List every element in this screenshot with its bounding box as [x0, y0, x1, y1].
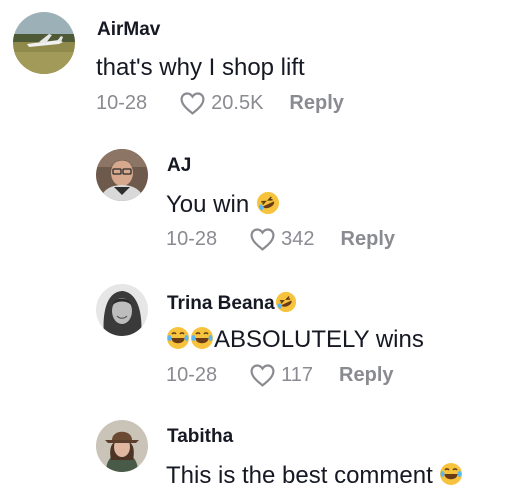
like-button[interactable]: 20.5K	[179, 91, 263, 115]
username[interactable]: AirMav	[97, 20, 160, 39]
heart-icon	[180, 92, 205, 115]
comment-meta: 10-28 342 Reply	[166, 227, 395, 251]
woman-bw-portrait-avatar-icon	[96, 284, 148, 336]
heart-icon	[250, 364, 275, 387]
comment-date: 10-28	[166, 364, 218, 386]
username[interactable]: Trina Beana	[167, 291, 297, 313]
avatar[interactable]	[96, 149, 148, 201]
rolling-on-floor-laughing-icon	[256, 191, 280, 215]
reply-button[interactable]: Reply	[339, 365, 393, 385]
airplane-field-avatar-icon	[13, 12, 75, 74]
comment-date: 10-28	[96, 92, 148, 114]
comment-date: 10-28	[166, 228, 218, 250]
comment-text: This is the best comment	[166, 462, 463, 488]
face-with-tears-of-joy-icon	[166, 326, 190, 350]
like-button[interactable]: 117	[249, 363, 313, 387]
comment-text: that's why I shop lift	[96, 54, 305, 81]
rolling-on-floor-laughing-icon	[275, 291, 297, 313]
reply-button[interactable]: Reply	[341, 229, 395, 249]
comment-text-content: You win	[166, 191, 256, 218]
comment-text: You win	[166, 191, 280, 217]
username-text: Trina Beana	[167, 293, 275, 314]
avatar[interactable]	[13, 12, 75, 74]
username[interactable]: Tabitha	[167, 427, 233, 446]
comment-meta: 10-28 117 Reply	[166, 363, 394, 387]
heart-icon	[250, 228, 275, 251]
comment-text-content: This is the best comment	[166, 462, 440, 489]
avatar[interactable]	[96, 420, 148, 472]
like-count: 117	[281, 364, 314, 386]
woman-hat-portrait-avatar-icon	[96, 420, 148, 472]
like-count: 20.5K	[211, 92, 264, 114]
comment-text-content: ABSOLUTELY wins	[214, 326, 424, 353]
face-with-tears-of-joy-icon	[439, 462, 463, 486]
like-count: 342	[281, 228, 315, 250]
comment-text: ABSOLUTELY wins	[166, 326, 424, 352]
username[interactable]: AJ	[167, 156, 191, 175]
comment-meta: 10-28 20.5K Reply	[96, 91, 344, 115]
avatar[interactable]	[96, 284, 148, 336]
reply-button[interactable]: Reply	[289, 93, 343, 113]
man-portrait-avatar-icon	[96, 149, 148, 201]
like-button[interactable]: 342	[249, 227, 315, 251]
face-with-tears-of-joy-icon	[190, 326, 214, 350]
